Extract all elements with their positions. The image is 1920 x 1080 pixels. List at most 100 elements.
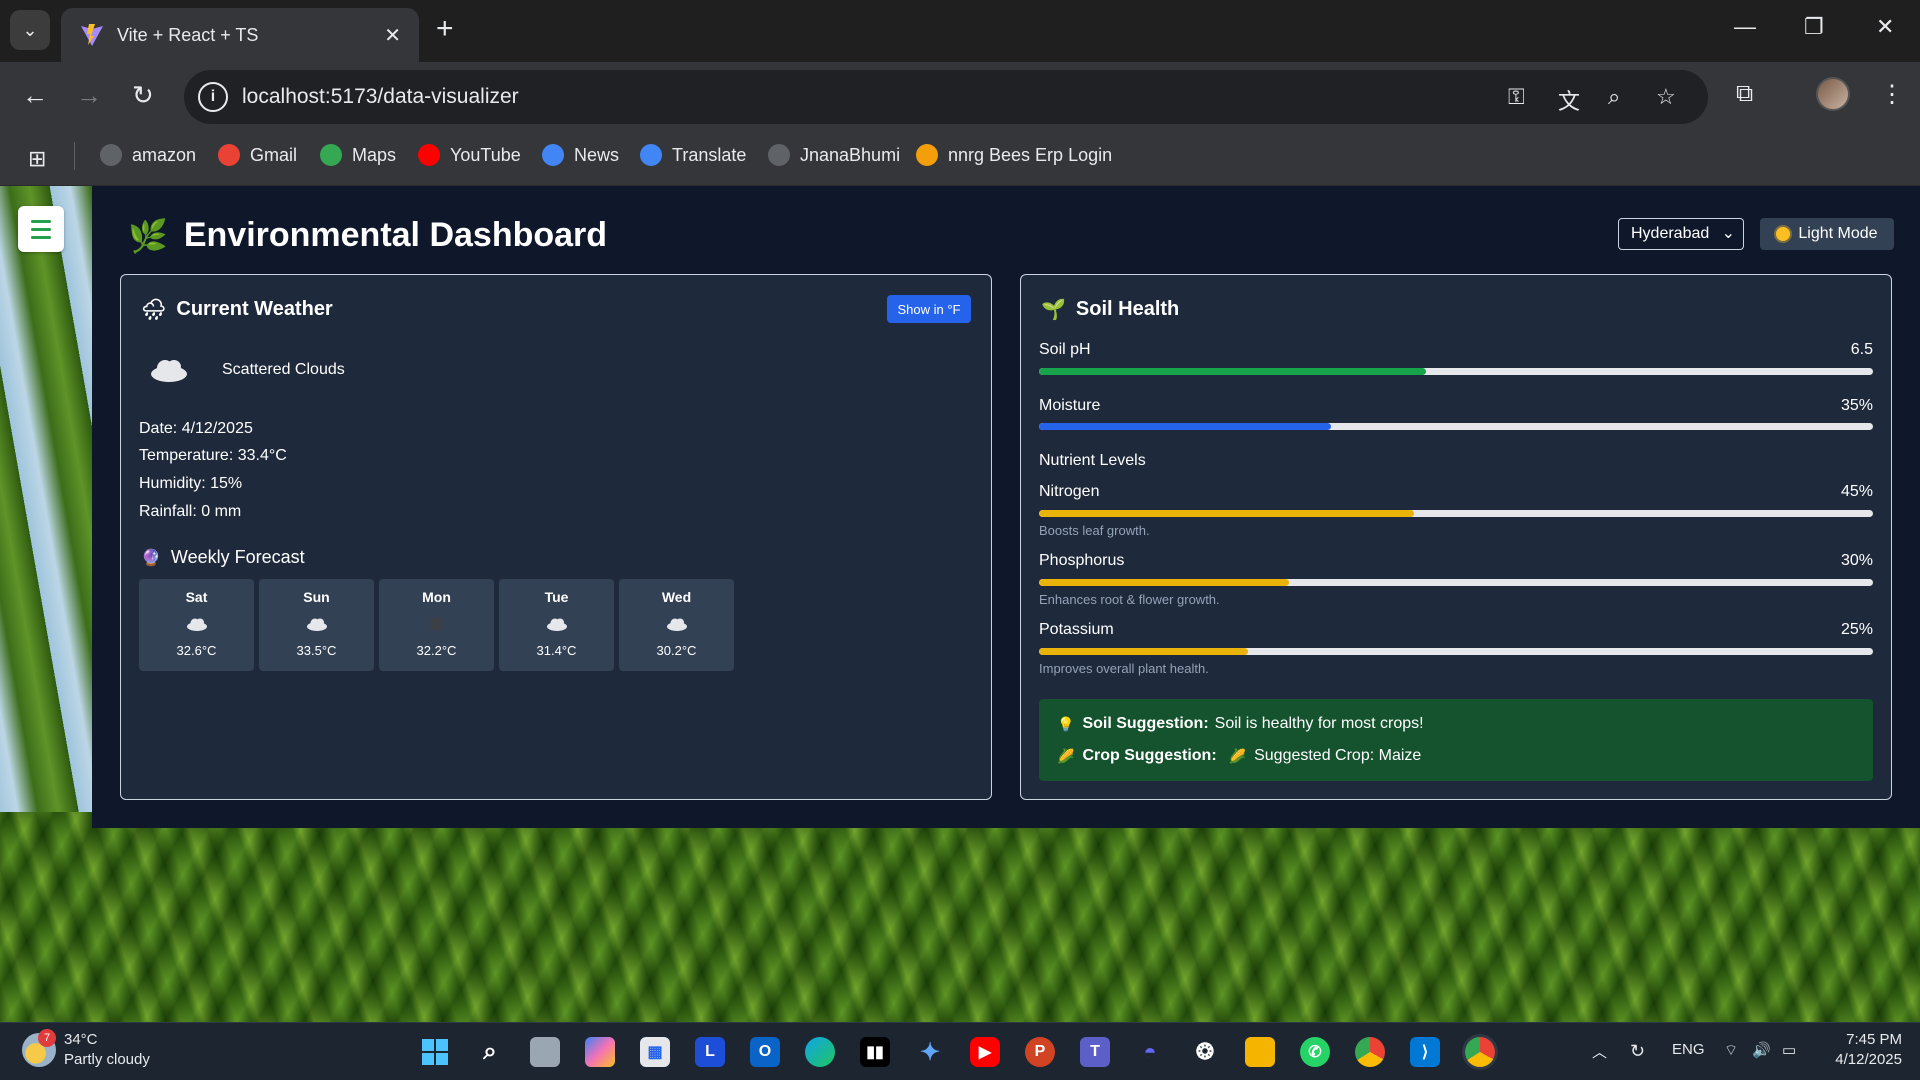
crop-suggestion-text: Suggested Crop: Maize [1254,747,1422,764]
whatsapp-icon[interactable]: ✆ [1300,1037,1330,1067]
cloud-icon [499,613,614,635]
moisture-bar-fill [1039,423,1331,430]
l-app-icon[interactable]: L [695,1037,725,1067]
search-icon[interactable]: ⌕ [475,1037,505,1067]
hamburger-menu-button[interactable] [18,206,64,252]
city-select[interactable]: Hyderabad ⌄ [1618,218,1744,250]
corn-icon: 🌽 [1057,747,1075,764]
soil-card: 🌱 Soil Health Soil pH 6.5 Moisture 35% N… [1020,274,1892,800]
moisture-value: 35% [1840,397,1873,414]
forecast-temp: 32.6°C [176,643,217,658]
weather-title-text: Current Weather [176,298,333,320]
bookmark-item[interactable]: Gmail [218,144,297,166]
menu-line [31,235,51,239]
weather-badge: 7 [38,1029,56,1047]
vscode-icon[interactable]: ⟩ [1410,1037,1440,1067]
bookmark-item[interactable]: Maps [320,144,396,166]
back-icon[interactable]: ← [22,80,48,111]
nutrient-label: Potassium [1039,621,1114,638]
forecast-title: 🔮 Weekly Forecast [141,547,305,568]
taskbar-weather-temp[interactable]: 34°C [64,1031,98,1048]
bookmark-item[interactable]: amazon [100,144,196,166]
nutrient-label: Nitrogen [1039,483,1100,500]
outlook-icon[interactable]: O [750,1037,780,1067]
bookmark-label: YouTube [450,144,521,165]
cloud-icon [151,360,187,382]
unit-toggle-button[interactable]: Show in °F [887,295,971,323]
nutrient-value: 30% [1840,552,1873,569]
restore-icon[interactable]: ❐ [1804,14,1824,40]
weather-condition: Scattered Clouds [222,361,345,378]
taskbar-weather-desc[interactable]: Partly cloudy [64,1051,150,1068]
nutrient-bar-fill [1039,510,1415,517]
language-indicator[interactable]: ENG [1672,1041,1705,1058]
menu-line [31,219,51,223]
active-tab[interactable]: Vite + React + TS ✕ [61,8,419,62]
url-text[interactable]: localhost:5173/data-visualizer [242,85,519,109]
maps-icon [320,144,342,166]
more-menu-icon[interactable]: ⋮ [1880,80,1904,109]
battery-icon[interactable]: ▭ [1782,1041,1796,1059]
address-bar[interactable]: i localhost:5173/data-visualizer ⚿ 文 ⌕ ☆ [184,70,1708,124]
bookmark-item[interactable]: News [542,144,619,166]
bookmark-item[interactable]: Translate [640,144,746,166]
volume-icon[interactable]: 🔊 [1752,1041,1771,1059]
divider [74,142,75,170]
chatgpt-icon[interactable]: ❂ [1190,1037,1220,1067]
gemini-icon[interactable]: ✦ [915,1037,945,1067]
bookmark-item[interactable]: YouTube [418,144,521,166]
crop-suggestion-label: Crop Suggestion: [1082,747,1217,764]
edge-icon[interactable] [805,1037,835,1067]
soil-suggestion-label: Soil Suggestion: [1082,715,1209,732]
chevron-up-icon[interactable]: ︿ [1592,1041,1607,1062]
teams-icon[interactable]: T [1080,1037,1110,1067]
close-tab-icon[interactable]: ✕ [384,23,401,48]
zoom-icon[interactable]: ⌕ [1608,84,1620,110]
nutrient-value: 25% [1840,621,1873,638]
nutrient-levels-title: Nutrient Levels [1039,452,1146,469]
bookmark-label: Translate [672,144,747,165]
bookmark-item[interactable]: JnanaBhumi [768,144,900,166]
windows-start-icon[interactable] [420,1037,450,1067]
audio-app-icon[interactable]: ▮▮ [860,1037,890,1067]
copilot-icon[interactable] [585,1037,615,1067]
chrome-profile-icon[interactable] [1355,1037,1385,1067]
translate-page-icon[interactable]: 文 [1558,84,1580,116]
soil-ph-bar-fill [1039,368,1426,375]
soil-title-text: Soil Health [1075,298,1180,320]
apps-grid-icon[interactable]: ⊞ [28,146,46,172]
profile-avatar[interactable] [1816,77,1850,111]
clock-time[interactable]: 7:45 PM [1820,1031,1902,1048]
youtube-icon [418,144,440,166]
cloud-icon [259,613,374,635]
close-window-icon[interactable]: ✕ [1876,14,1894,40]
soil-suggestion-text: Soil is healthy for most crops! [1214,715,1424,732]
reload-icon[interactable]: ↻ [132,80,154,111]
sync-icon[interactable]: ↻ [1630,1041,1645,1062]
forecast-day: Sun [303,589,330,605]
forecast-temp: 33.5°C [296,643,337,658]
password-key-icon[interactable]: ⚿ [1508,84,1525,110]
site-info-icon[interactable]: i [198,82,228,112]
deepseek-icon[interactable]: ◓ [1135,1037,1165,1067]
youtube-icon[interactable]: ▶ [970,1037,1000,1067]
wifi-icon[interactable]: ⌔ [1724,1041,1738,1060]
weather-humidity: Humidity: 15% [139,475,243,492]
clock-date[interactable]: 4/12/2025 [1820,1051,1902,1068]
bookmark-item[interactable]: nnrg Bees Erp Login [916,144,1112,166]
tab-search-button[interactable]: ⌄ [10,10,50,50]
store-icon[interactable]: ▦ [640,1037,670,1067]
forward-icon[interactable]: → [76,80,102,111]
powerpoint-icon[interactable]: P [1025,1037,1055,1067]
new-tab-button[interactable]: + [436,14,454,44]
extensions-icon[interactable]: ⧉ [1736,80,1753,108]
windows-taskbar: 7 34°C Partly cloudy ⌕ ▦ L O ▮▮ ✦ ▶ P T … [0,1022,1920,1080]
task-view-icon[interactable] [530,1037,560,1067]
light-mode-button[interactable]: Light Mode [1760,218,1894,250]
minimize-icon[interactable]: — [1734,14,1756,40]
page-background: 🌿 Environmental Dashboard Hyderabad ⌄ Li… [0,186,1920,1022]
suggestion-box: 💡 Soil Suggestion: Soil is healthy for m… [1039,699,1873,781]
file-explorer-icon[interactable] [1245,1037,1275,1067]
bookmark-star-icon[interactable]: ☆ [1656,84,1676,110]
chrome-icon[interactable] [1465,1037,1495,1067]
